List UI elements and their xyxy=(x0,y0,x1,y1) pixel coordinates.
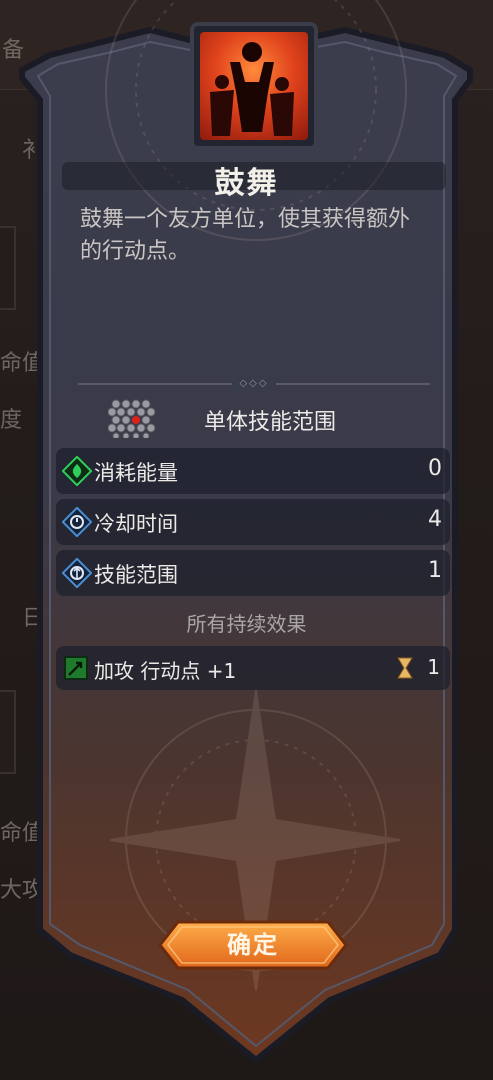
confirm-button[interactable]: 确定 xyxy=(156,918,350,972)
stat-label: 技能范围 xyxy=(94,563,178,587)
skill-icon-frame xyxy=(190,22,318,150)
hex-range-icon xyxy=(107,399,156,440)
range-icon xyxy=(62,558,92,588)
skill-title: 鼓舞 xyxy=(214,166,279,201)
buff-icon xyxy=(64,656,88,680)
effect-row: 加攻 行动点 +1 1 xyxy=(56,646,450,690)
stat-label: 冷却时间 xyxy=(94,512,178,536)
stat-label: 消耗能量 xyxy=(94,461,178,485)
divider-ornament: ◇◇◇ xyxy=(232,376,276,392)
stat-value: 4 xyxy=(428,507,442,532)
effect-label: 加攻 行动点 +1 xyxy=(94,659,237,683)
skill-range-row: 单体技能范围 xyxy=(107,398,408,440)
hourglass-icon xyxy=(397,657,413,679)
stat-row-range: 技能范围 1 xyxy=(56,550,450,596)
range-label: 单体技能范围 xyxy=(204,410,337,435)
stat-value: 0 xyxy=(428,456,442,481)
stat-value: 1 xyxy=(428,558,442,583)
skill-description: 鼓舞一个友方单位，使其获得额外的行动点。 xyxy=(80,207,411,264)
effects-section-title: 所有持续效果 xyxy=(186,612,307,636)
cooldown-icon xyxy=(62,507,92,537)
rally-skill-icon xyxy=(200,32,308,140)
stat-row-energy: 消耗能量 0 xyxy=(56,448,450,494)
effect-duration: 1 xyxy=(427,655,440,679)
stat-row-cooldown: 冷却时间 4 xyxy=(56,499,450,545)
energy-icon xyxy=(62,456,92,486)
confirm-button-label: 确定 xyxy=(227,931,279,959)
